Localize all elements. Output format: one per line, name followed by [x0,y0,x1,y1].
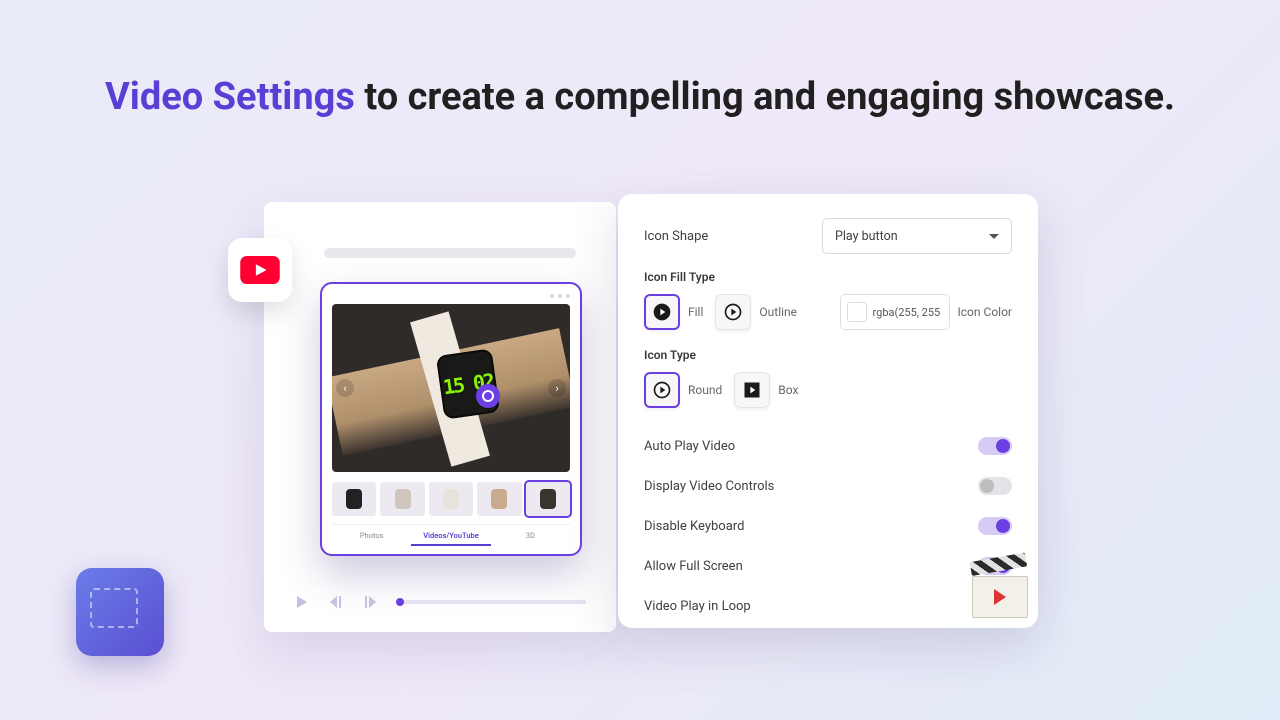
thumbnail[interactable] [477,482,521,516]
thumbnail[interactable] [380,482,424,516]
icon-shape-select[interactable]: Play button [822,218,1012,254]
headline-rest: to create a compelling and engaging show… [355,75,1175,119]
clapperboard-icon [972,562,1040,630]
tab-photos[interactable]: Photos [332,531,411,546]
skip-back-icon[interactable] [328,594,344,610]
media-tabs: Photos Videos/YouTube 3D [332,524,570,546]
fullscreen-label: Allow Full Screen [644,559,743,574]
skip-forward-icon[interactable] [362,594,378,610]
thumbnail[interactable] [429,482,473,516]
icon-fill-type-label: Icon Fill Type [644,270,1012,284]
play-icon[interactable] [294,594,310,610]
loop-label: Video Play in Loop [644,599,751,614]
page-headline: Video Settings to create a compelling an… [0,0,1280,123]
chevron-down-icon [989,234,999,239]
video-controls-label: Display Video Controls [644,479,774,494]
fill-label: Fill [688,305,703,319]
stage-top-bar [324,248,576,258]
autoplay-label: Auto Play Video [644,439,735,454]
app-icon [76,568,164,656]
play-overlay-icon[interactable] [476,384,500,408]
video-player-card: 15 02 ‹ › Photos Videos/YouTube 3D [320,282,582,556]
round-option[interactable] [644,372,680,408]
outline-label: Outline [759,305,797,319]
window-dots [332,294,570,298]
headline-highlight: Video Settings [105,75,355,119]
round-label: Round [688,383,722,397]
outline-option[interactable] [715,294,751,330]
playback-controls [294,594,586,610]
tab-3d[interactable]: 3D [491,531,570,546]
video-frame[interactable]: 15 02 ‹ › [332,304,570,472]
color-value: rgba(255, 255 [873,306,941,319]
next-media-button[interactable]: › [548,379,566,397]
icon-color-label: Icon Color [958,305,1012,319]
icon-shape-label: Icon Shape [644,229,708,244]
box-option[interactable] [734,372,770,408]
autoplay-toggle[interactable] [978,437,1012,455]
tab-videos[interactable]: Videos/YouTube [411,531,490,546]
prev-media-button[interactable]: ‹ [336,379,354,397]
icon-shape-value: Play button [835,229,898,244]
icon-color-input[interactable]: rgba(255, 255 [840,294,950,330]
icon-type-label: Icon Type [644,348,1012,362]
color-chip [847,302,867,322]
disable-keyboard-label: Disable Keyboard [644,519,744,534]
thumbnail[interactable] [332,482,376,516]
disable-keyboard-toggle[interactable] [978,517,1012,535]
preview-stage: 15 02 ‹ › Photos Videos/YouTube 3D [264,202,616,632]
box-label: Box [778,383,798,397]
progress-track[interactable] [396,600,586,604]
youtube-icon [228,238,292,302]
video-controls-toggle[interactable] [978,477,1012,495]
fill-option[interactable] [644,294,680,330]
thumbnail-strip [332,482,570,516]
thumbnail[interactable] [526,482,570,516]
